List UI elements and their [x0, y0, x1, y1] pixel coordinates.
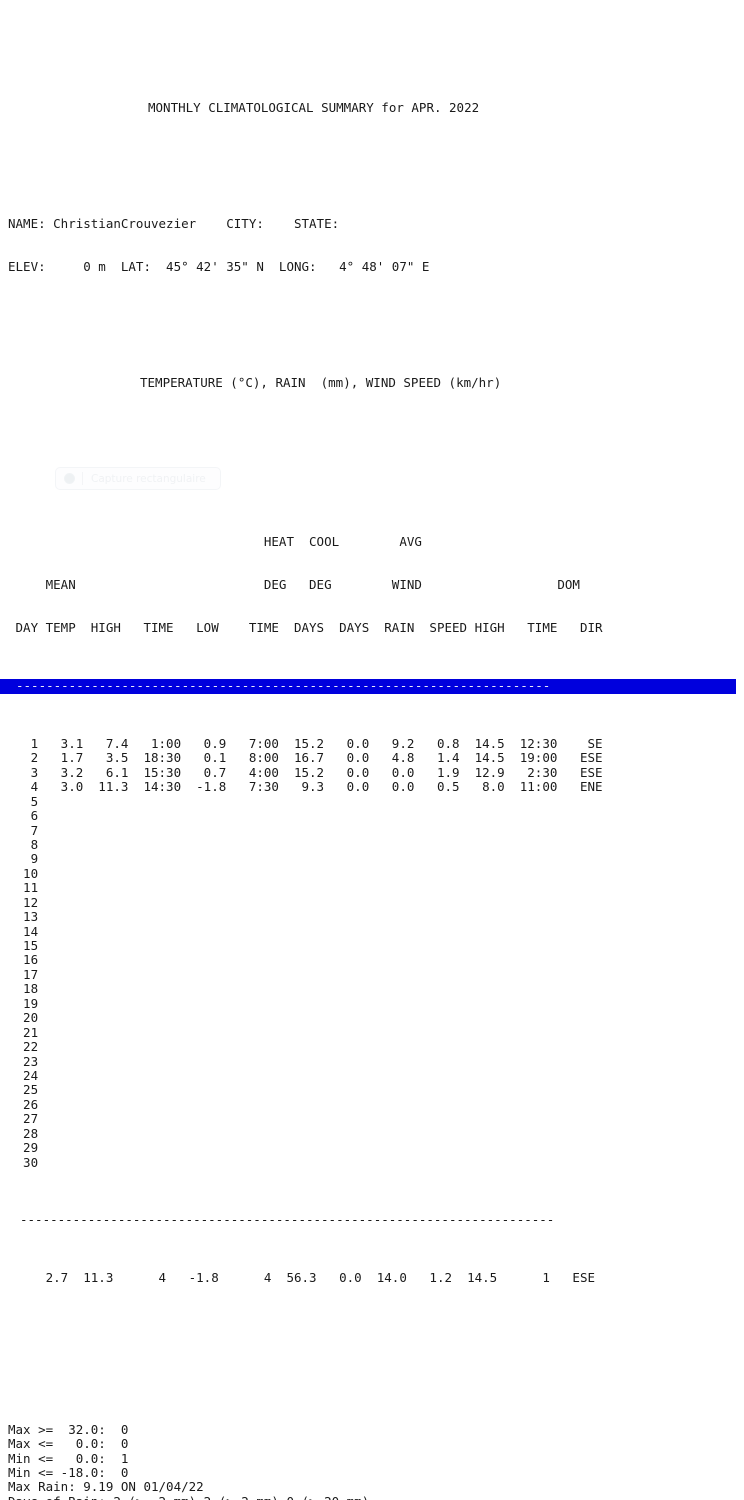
table-row: 9: [8, 851, 39, 867]
table-row: 10: [8, 865, 39, 881]
spacer-after-units: [0, 433, 744, 447]
station-location-line: ELEV: 0 m LAT: 45° 42' 35" N LONG: 4° 48…: [0, 259, 744, 275]
footer-stat-line: Min <= 0.0: 1: [8, 1450, 129, 1466]
footer-stat-line: Min <= -18.0: 0: [8, 1465, 129, 1480]
totals-row: 2.7 11.3 4 -1.8 4 56.3 0.0 14.0 1.2 14.5…: [8, 1270, 595, 1286]
top-spacer: [0, 43, 744, 57]
table-row: 30: [8, 1154, 39, 1170]
units-line: TEMPERATURE (°C), RAIN (mm), WIND SPEED …: [140, 374, 502, 390]
camera-circle-icon: [64, 473, 75, 484]
table-row: 14: [8, 923, 39, 939]
table-row: 29: [8, 1140, 39, 1156]
table-row: 25: [8, 1082, 39, 1098]
table-row: 15: [8, 938, 39, 954]
table-row: 4 3.0 11.3 14:30 -1.8 7:30 9.3 0.0 0.0 0…: [8, 779, 603, 795]
table-row: 22: [8, 1039, 39, 1055]
table-row: 6: [8, 808, 39, 824]
table-row: 17: [8, 966, 39, 982]
spacer-after-station: [0, 318, 744, 332]
table-row: 19: [8, 995, 39, 1011]
separator-dashes: ----------------------------------------…: [16, 678, 551, 694]
data-rows-container: 1 3.1 7.4 1:00 0.9 7:00 15.2 0.0 9.2 0.8…: [0, 735, 744, 1170]
table-row: 7: [8, 822, 39, 838]
table-row: 18: [8, 981, 39, 997]
table-row: 11: [8, 880, 39, 896]
climatological-report: MONTHLY CLIMATOLOGICAL SUMMARY for APR. …: [0, 0, 744, 1500]
capture-overlay-label: Capture rectangulaire: [91, 472, 206, 485]
footer-stat-line: Max Rain: 9.19 ON 01/04/22: [8, 1479, 204, 1495]
table-row: 5: [8, 793, 39, 809]
station-name-line: NAME: ChristianCrouvezier CITY: STATE:: [0, 215, 744, 231]
table-row: 16: [8, 952, 39, 968]
column-header-row-1: HEAT COOL AVG: [8, 533, 422, 549]
station-info-location: ELEV: 0 m LAT: 45° 42' 35" N LONG: 4° 48…: [8, 259, 430, 275]
table-row: 2 1.7 3.5 18:30 0.1 8:00 16.7 0.0 4.8 1.…: [8, 750, 603, 766]
table-row: 1 3.1 7.4 1:00 0.9 7:00 15.2 0.0 9.2 0.8…: [8, 735, 603, 751]
footer-statistics: Max >= 32.0: 0 Max <= 0.0: 0 Min <= 0.0: 1…: [0, 1421, 744, 1500]
spacer-before-footer: [0, 1329, 744, 1343]
bottom-separator: ----------------------------------------…: [20, 1212, 555, 1228]
page-title: MONTHLY CLIMATOLOGICAL SUMMARY for APR. …: [148, 100, 480, 116]
table-row: 21: [8, 1024, 39, 1040]
column-header-row-2: MEAN DEG DEG WIND DOM: [8, 576, 580, 592]
station-info-name: NAME: ChristianCrouvezier CITY: STATE:: [8, 215, 340, 231]
table-row: 8: [8, 836, 39, 852]
column-header-row-3: DAY TEMP HIGH TIME LOW TIME DAYS DAYS RA…: [8, 620, 603, 636]
selected-separator-row[interactable]: ----------------------------------------…: [0, 678, 736, 694]
footer-stat-line: Days of Rain: 2 (> .2 mm) 2 (> 2 mm) 0 (…: [0, 1494, 744, 1500]
table-row: 24: [8, 1067, 39, 1083]
table-row: 13: [8, 909, 39, 925]
table-row: 28: [8, 1125, 39, 1141]
spacer-before-footer-2: [0, 1372, 744, 1379]
overlay-divider: [82, 472, 83, 485]
table-row: 23: [8, 1053, 39, 1069]
table-row: 27: [8, 1111, 39, 1127]
table-row: 20: [8, 1010, 39, 1026]
table-row: 3 3.2 6.1 15:30 0.7 4:00 15.2 0.0 0.0 1.…: [8, 764, 603, 780]
footer-stat-line: Max <= 0.0: 0: [8, 1436, 129, 1452]
capture-rectangulaire-overlay[interactable]: Capture rectangulaire: [55, 467, 221, 490]
table-row: 26: [8, 1096, 39, 1112]
spacer-after-title: [0, 159, 744, 173]
table-row: 12: [8, 894, 39, 910]
footer-stat-line: Max >= 32.0: 0: [8, 1421, 129, 1437]
